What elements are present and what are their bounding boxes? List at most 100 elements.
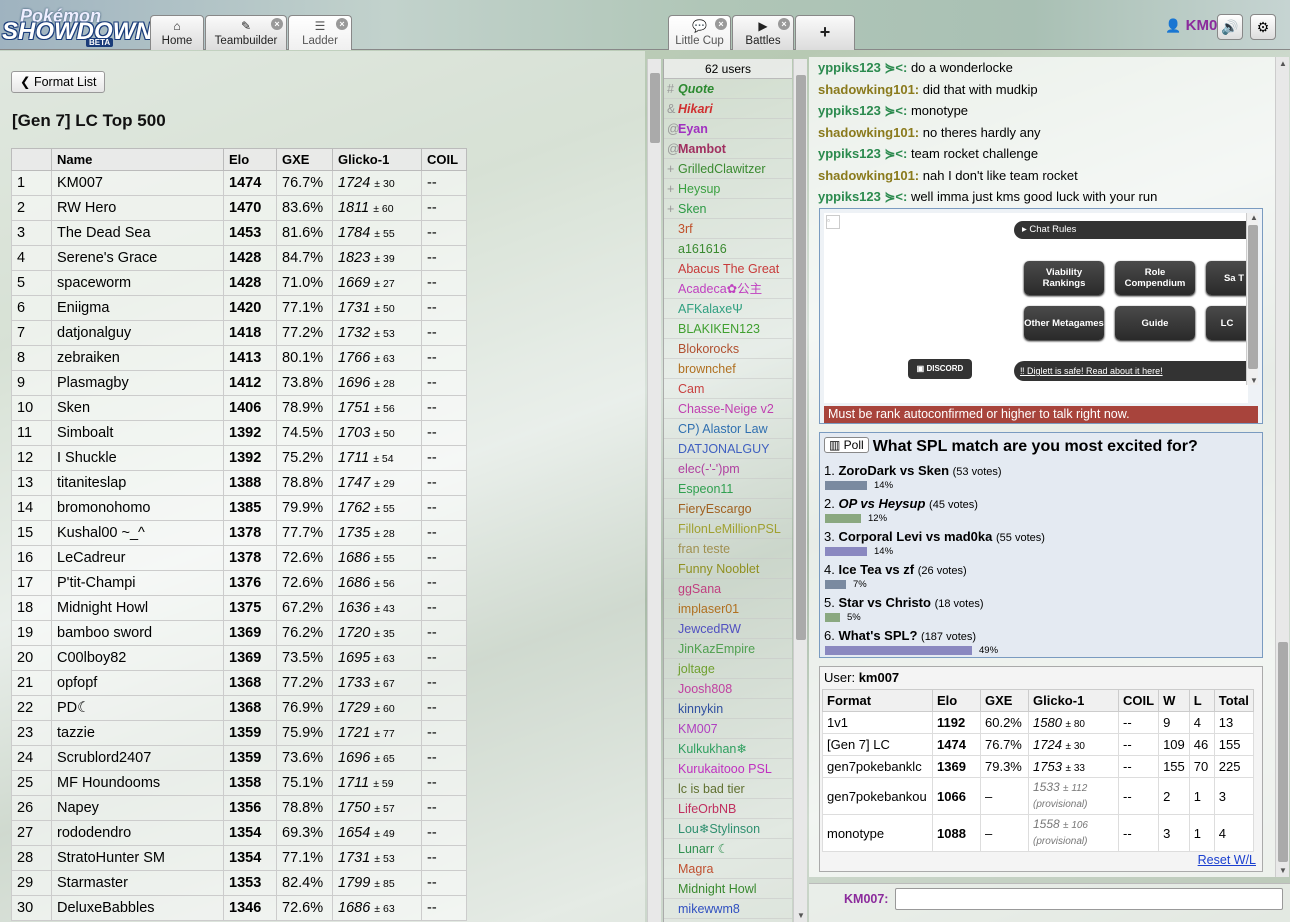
table-row[interactable]: 19 bamboo sword 1369 76.2% 1720 ± 35 -- <box>11 620 467 646</box>
userlist-item[interactable]: + GrilledClawitzer <box>664 159 792 179</box>
table-row[interactable]: 12 I Shuckle 1392 75.2% 1711 ± 54 -- <box>11 445 467 471</box>
userlist-scrollbar[interactable]: ▼ <box>793 59 807 922</box>
userlist-item[interactable]: FillonLeMillionPSL <box>664 519 792 539</box>
userlist-item[interactable]: Espeon11 <box>664 479 792 499</box>
userlist-item[interactable]: @Eyan <box>664 119 792 139</box>
poll-option[interactable]: 4. Ice Tea vs zf (26 votes) <box>824 562 967 577</box>
scroll-down-icon[interactable]: ▼ <box>1250 376 1258 385</box>
chat-username[interactable]: yppiks123 ⋟<: <box>818 146 907 161</box>
userlist-item[interactable]: Chasse-Neige v2 <box>664 399 792 419</box>
table-row[interactable]: 23 tazzie 1359 75.9% 1721 ± 77 -- <box>11 720 467 746</box>
player-name-cell[interactable]: Simboalt <box>51 420 224 446</box>
table-row[interactable]: 5 spaceworm 1428 71.0% 1669 ± 27 -- <box>11 270 467 296</box>
scroll-up-icon[interactable]: ▲ <box>1250 213 1258 222</box>
player-name-cell[interactable]: titaniteslap <box>51 470 224 496</box>
userlist-item[interactable]: Kulkukhan❄ <box>664 739 792 759</box>
table-row[interactable]: 10 Sken 1406 78.9% 1751 ± 56 -- <box>11 395 467 421</box>
player-name-cell[interactable]: LeCadreur <box>51 545 224 571</box>
table-row[interactable]: 9 Plasmagby 1412 73.8% 1696 ± 28 -- <box>11 370 467 396</box>
scroll-thumb[interactable] <box>1278 642 1288 862</box>
banner-scrollbar[interactable]: ▲ ▼ <box>1246 213 1258 385</box>
table-row[interactable]: 25 MF Houndooms 1358 75.1% 1711 ± 59 -- <box>11 770 467 796</box>
player-name-cell[interactable]: KM007 <box>51 170 224 196</box>
table-row[interactable]: 15 Kushal00 ~_^ 1378 77.7% 1735 ± 28 -- <box>11 520 467 546</box>
player-name-cell[interactable]: opfopf <box>51 670 224 696</box>
player-name-cell[interactable]: Serene's Grace <box>51 245 224 271</box>
chat-username[interactable]: yppiks123 ⋟<: <box>818 60 907 75</box>
close-icon[interactable]: × <box>778 18 790 30</box>
settings-button[interactable]: ⚙ <box>1250 14 1276 40</box>
ladder-scrollbar[interactable] <box>647 59 661 922</box>
userlist-item[interactable]: Midnight Howl <box>664 879 792 899</box>
userlist-item[interactable]: Joosh808 <box>664 679 792 699</box>
userlist-item[interactable]: & Hikari <box>664 99 792 119</box>
player-name-cell[interactable]: Kushal00 ~_^ <box>51 520 224 546</box>
pokemon-showdown-logo[interactable]: Pokémon SHOWDOWN! BETA <box>0 4 161 47</box>
table-row[interactable]: 29 Starmaster 1353 82.4% 1799 ± 85 -- <box>11 870 467 896</box>
userlist-item[interactable]: joltage <box>664 659 792 679</box>
tab-home[interactable]: ⌂ Home <box>150 15 204 50</box>
userlist-item[interactable]: Cam <box>664 379 792 399</box>
table-row[interactable]: 7 datjonalguy 1418 77.2% 1732 ± 53 -- <box>11 320 467 346</box>
tab-ladder[interactable]: × ☰ Ladder <box>288 15 352 50</box>
player-name-cell[interactable]: Napey <box>51 795 224 821</box>
userlist-item[interactable]: JinKazEmpire <box>664 639 792 659</box>
userlist-item[interactable]: JewcedRW <box>664 619 792 639</box>
poll-option[interactable]: 1. ZoroDark vs Sken (53 votes) <box>824 463 1002 478</box>
format-cell[interactable]: [Gen 7] LC <box>822 733 933 756</box>
format-cell[interactable]: monotype <box>822 814 933 852</box>
close-icon[interactable]: × <box>271 18 283 30</box>
userlist-item[interactable]: ggSana <box>664 579 792 599</box>
table-row[interactable]: 22 PD☾ 1368 76.9% 1729 ± 60 -- <box>11 695 467 721</box>
userlist-item[interactable]: DATJONALGUY <box>664 439 792 459</box>
player-name-cell[interactable]: bamboo sword <box>51 620 224 646</box>
sound-button[interactable]: 🔊 <box>1217 14 1243 40</box>
poll-option[interactable]: 6. What's SPL? (187 votes) <box>824 628 976 643</box>
format-list-button[interactable]: ❮ Format List <box>11 71 106 93</box>
userlist-item[interactable]: + Sken <box>664 199 792 219</box>
table-row[interactable]: 20 C00lboy82 1369 73.5% 1695 ± 63 -- <box>11 645 467 671</box>
userlist-item[interactable]: KM007 <box>664 719 792 739</box>
player-name-cell[interactable]: spaceworm <box>51 270 224 296</box>
chat-username[interactable]: shadowking101: <box>818 125 919 140</box>
player-name-cell[interactable]: P'tit-Champi <box>51 570 224 596</box>
userlist-item[interactable]: Funny Nooblet <box>664 559 792 579</box>
userlist-item[interactable]: AFKalaxeΨ <box>664 299 792 319</box>
sample-teams-button[interactable]: Sa T <box>1206 261 1248 295</box>
chat-username[interactable]: shadowking101: <box>818 82 919 97</box>
player-name-cell[interactable]: Starmaster <box>51 870 224 896</box>
userlist-item[interactable]: + Heysup <box>664 179 792 199</box>
tab-teambuilder[interactable]: × ✎ Teambuilder <box>205 15 287 50</box>
chat-username[interactable]: yppiks123 ⋟<: <box>818 103 907 118</box>
userlist-item[interactable]: elec(-'-')pm <box>664 459 792 479</box>
userlist-item[interactable]: 3rf <box>664 219 792 239</box>
userlist-item[interactable]: Acadeca✿公主 <box>664 279 792 299</box>
guide-button[interactable]: Guide <box>1115 306 1195 340</box>
reset-wl-link[interactable]: Reset W/L <box>1198 853 1256 867</box>
userlist-item[interactable]: Abacus The Great <box>664 259 792 279</box>
userlist-item[interactable]: Lunarr ☾ <box>664 839 792 859</box>
role-compendium-button[interactable]: Role Compendium <box>1115 261 1195 295</box>
table-row[interactable]: 1 KM007 1474 76.7% 1724 ± 30 -- <box>11 170 467 196</box>
player-name-cell[interactable]: Sken <box>51 395 224 421</box>
poll-option[interactable]: 3. Corporal Levi vs mad0ka (55 votes) <box>824 529 1045 544</box>
userlist-item[interactable]: LifeOrbNB <box>664 799 792 819</box>
scroll-up-icon[interactable]: ▲ <box>1279 59 1287 68</box>
chat-username[interactable]: yppiks123 ⋟<: <box>818 189 907 204</box>
table-row[interactable]: 11 Simboalt 1392 74.5% 1703 ± 50 -- <box>11 420 467 446</box>
userlist-item[interactable]: Lou❄Stylinson <box>664 819 792 839</box>
player-name-cell[interactable]: Midnight Howl <box>51 595 224 621</box>
table-row[interactable]: 4 Serene's Grace 1428 84.7% 1823 ± 39 -- <box>11 245 467 271</box>
table-row[interactable]: 13 titaniteslap 1388 78.8% 1747 ± 29 -- <box>11 470 467 496</box>
userlist-item[interactable]: mikewwm8 <box>664 899 792 919</box>
scroll-thumb[interactable] <box>650 73 660 143</box>
new-tab-button[interactable]: + <box>795 15 855 50</box>
table-row[interactable]: 18 Midnight Howl 1375 67.2% 1636 ± 43 -- <box>11 595 467 621</box>
userlist-item[interactable]: Kurukaitooo PSL <box>664 759 792 779</box>
player-name-cell[interactable]: PD☾ <box>51 695 224 721</box>
userlist-item[interactable]: lc is bad tier <box>664 779 792 799</box>
chat-message-input[interactable] <box>895 888 1283 910</box>
close-icon[interactable]: × <box>336 18 348 30</box>
userlist-item[interactable]: brownchef <box>664 359 792 379</box>
player-name-cell[interactable]: MF Houndooms <box>51 770 224 796</box>
